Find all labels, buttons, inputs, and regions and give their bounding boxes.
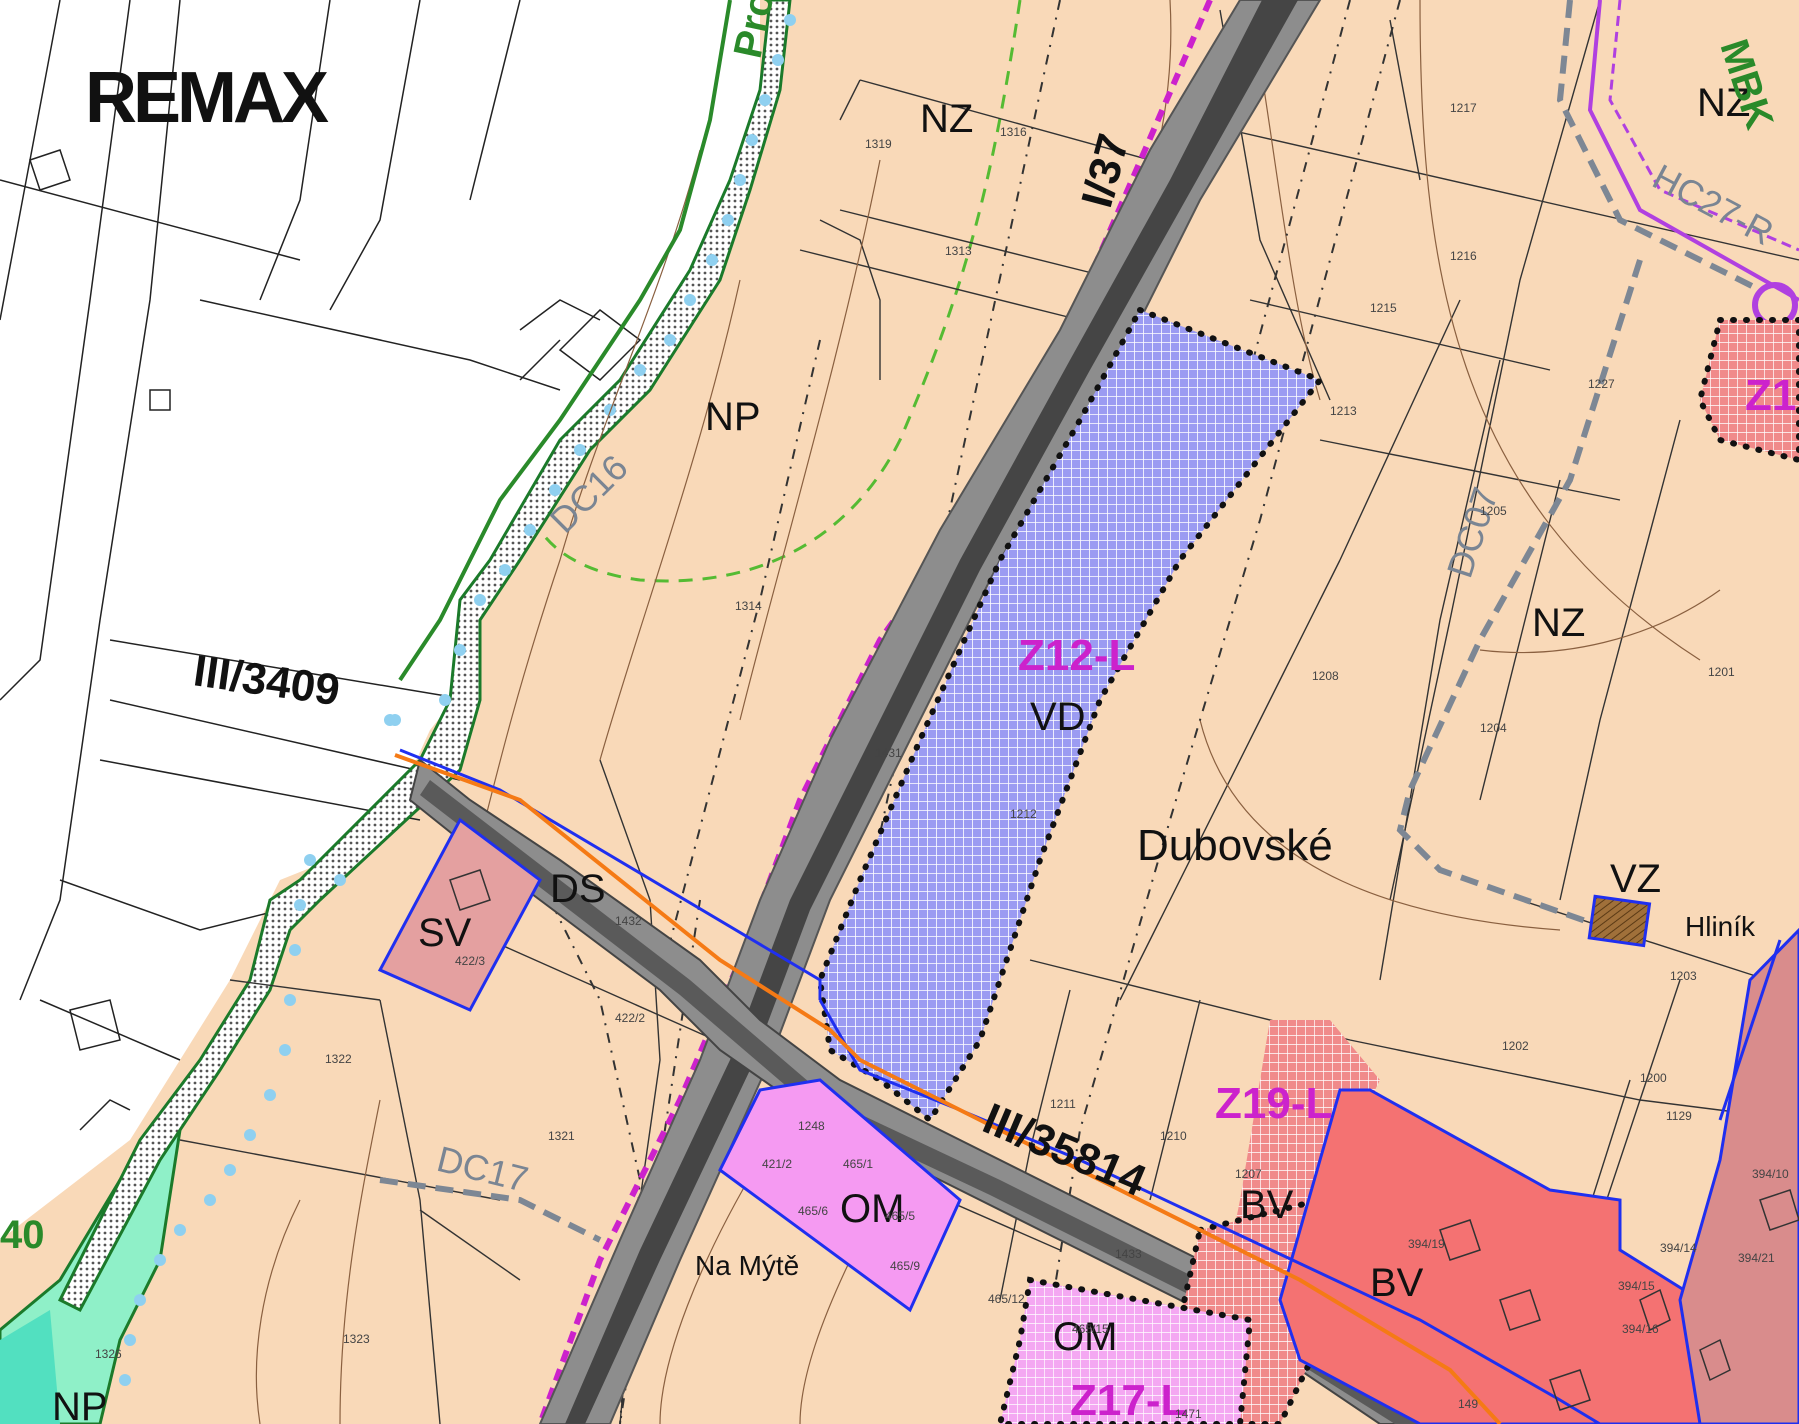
parcel-number: 465/1 xyxy=(843,1157,873,1171)
zone-label-np: NP xyxy=(705,395,761,439)
parcel-number: 1431 xyxy=(875,746,902,760)
parcel-number: 394/10 xyxy=(1752,1167,1789,1181)
parcel-number: 1316 xyxy=(1000,125,1027,139)
parcel-number: 1207 xyxy=(1235,1167,1262,1181)
parcel-number: 1211 xyxy=(1050,1097,1076,1111)
parcel-number: 394/16 xyxy=(1622,1322,1659,1336)
project-label-z1-partial: Z1 xyxy=(1745,371,1796,420)
parcel-number: 421/2 xyxy=(762,1157,792,1171)
parcel-number: 1200 xyxy=(1640,1071,1667,1085)
parcel-number: 465/6 xyxy=(798,1204,828,1218)
parcel-number: 1432 xyxy=(615,914,642,928)
parcel-number: 1205 xyxy=(1480,504,1507,518)
project-label-z19: Z19-L xyxy=(1215,1079,1332,1128)
zone-vz xyxy=(1587,894,1652,948)
place-label-na-myte: Na Mýtě xyxy=(695,1250,799,1281)
parcel-number: 1227 xyxy=(1588,377,1615,391)
parcel-number: 1201 xyxy=(1708,665,1735,679)
parcel-number: 394/19 xyxy=(1408,1237,1445,1251)
zone-label-bv-1: BV xyxy=(1240,1183,1294,1227)
parcel-number: 1313 xyxy=(945,244,972,258)
project-label-z12: Z12-L xyxy=(1018,631,1135,680)
parcel-number: 465/15 xyxy=(1072,1322,1109,1336)
zone-label-nz-top: NZ xyxy=(920,97,973,141)
parcel-number: 1216 xyxy=(1450,249,1477,263)
parcel-number: 1433 xyxy=(1115,1247,1142,1261)
zone-label-nz-right: NZ xyxy=(1532,601,1585,645)
parcel-number: 1202 xyxy=(1502,1039,1529,1053)
zone-label-sv: SV xyxy=(418,911,472,955)
parcel-number: 1129 xyxy=(1666,1109,1692,1123)
zone-label-ds: DS xyxy=(550,867,606,911)
parcel-number: 1213 xyxy=(1330,404,1357,418)
parcel-number: 149 xyxy=(1458,1397,1478,1411)
parcel-number: 394/15 xyxy=(1618,1279,1655,1293)
parcel-number: 1319 xyxy=(865,137,892,151)
road-label-iii3409: III/3409 xyxy=(191,646,343,715)
parcel-number: 465/12 xyxy=(988,1292,1025,1306)
map-view[interactable]: REMAX NZ NZ NZ NP NP VD VZ SV DS OM OM B… xyxy=(0,0,1799,1424)
parcel-number: 465/5 xyxy=(885,1209,915,1223)
zone-label-vz: VZ xyxy=(1610,857,1661,901)
parcel-number: 1212 xyxy=(1010,807,1037,821)
parcel-number: 1215 xyxy=(1370,301,1397,315)
parcel-number: 394/14 xyxy=(1660,1241,1697,1255)
parcel-number: 394/21 xyxy=(1738,1251,1775,1265)
land-use-map[interactable]: REMAX NZ NZ NZ NP NP VD VZ SV DS OM OM B… xyxy=(0,0,1799,1424)
parcel-number: 1248 xyxy=(798,1119,825,1133)
edge-label-40: 40 xyxy=(0,1213,45,1257)
parcel-number: 1323 xyxy=(343,1332,370,1346)
parcel-number: 1471 xyxy=(1175,1407,1202,1421)
parcel-number: 1322 xyxy=(325,1052,352,1066)
zone-label-np-bottom: NP xyxy=(52,1385,108,1424)
parcel-number: 422/2 xyxy=(615,1011,645,1025)
parcel-number: 422/3 xyxy=(455,954,485,968)
project-label-z17: Z17-L xyxy=(1070,1376,1187,1424)
zone-label-bv-2: BV xyxy=(1370,1261,1424,1305)
parcel-number: 1210 xyxy=(1160,1129,1187,1143)
place-label-dubovske: Dubovské xyxy=(1137,821,1333,870)
parcel-number: 465/9 xyxy=(890,1259,920,1273)
parcel-number: 1203 xyxy=(1670,969,1697,983)
remax-logo: REMAX xyxy=(85,58,329,138)
parcel-number: 1321 xyxy=(548,1129,575,1143)
parcel-number: 1204 xyxy=(1480,721,1507,735)
parcel-number: 1326 xyxy=(95,1347,122,1361)
parcel-number: 1208 xyxy=(1312,669,1339,683)
parcel-number: 1217 xyxy=(1450,101,1477,115)
place-label-hlinik: Hliník xyxy=(1685,911,1756,942)
parcel-number: 1314 xyxy=(735,599,762,613)
zone-label-vd: VD xyxy=(1030,695,1086,739)
